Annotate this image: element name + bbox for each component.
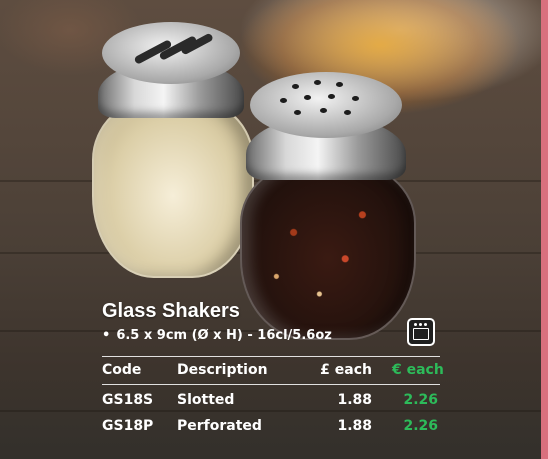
oven-icon (407, 318, 435, 346)
row-description: Perforated (177, 418, 262, 434)
table-header: Code Description £ each € each (102, 362, 444, 382)
row-eur: 2.26 (403, 418, 438, 434)
product-spec: • 6.5 x 9cm (Ø x H) - 16cl/5.6oz (102, 328, 332, 343)
header-gbp: £ each (320, 362, 372, 378)
header-rule-bottom (102, 384, 440, 385)
row-code: GS18P (102, 418, 154, 434)
header-eur: € each (392, 362, 444, 378)
perforated-shaker (236, 68, 416, 340)
spec-bullet: • (102, 328, 111, 343)
table-row: GS18P Perforated 1.88 2.26 (102, 418, 440, 438)
table-row: GS18S Slotted 1.88 2.26 (102, 392, 440, 412)
row-description: Slotted (177, 392, 235, 408)
row-gbp: 1.88 (337, 392, 372, 408)
row-eur: 2.26 (403, 392, 438, 408)
header-description: Description (177, 362, 268, 378)
slotted-shaker (88, 18, 258, 278)
spec-text: 6.5 x 9cm (Ø x H) - 16cl/5.6oz (116, 328, 332, 343)
row-code: GS18S (102, 392, 154, 408)
product-title: Glass Shakers (102, 300, 240, 322)
row-gbp: 1.88 (337, 418, 372, 434)
product-photo (0, 0, 541, 459)
header-rule-top (102, 356, 440, 357)
header-code: Code (102, 362, 142, 378)
